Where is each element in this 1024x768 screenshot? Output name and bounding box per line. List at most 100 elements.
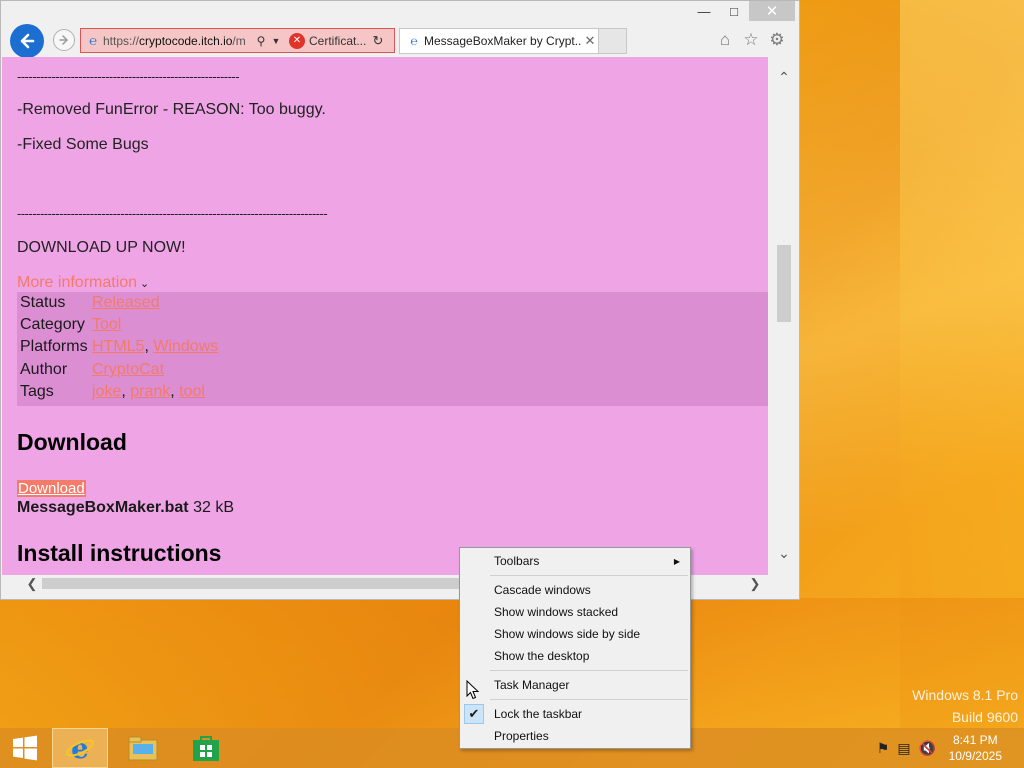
url-domain: cryptocode.itch.io — [139, 33, 233, 48]
clock-time: 8:41 PM — [952, 733, 998, 747]
close-button[interactable]: ✕ — [749, 1, 795, 21]
menu-item-label: Show the desktop — [494, 649, 590, 663]
scroll-up-icon[interactable]: ⌃ — [776, 69, 792, 85]
clock[interactable]: 8:41 PM 10/9/2025 — [949, 732, 1002, 764]
menu-separator — [490, 575, 688, 576]
scroll-thumb[interactable] — [42, 578, 462, 589]
submenu-arrow-icon: ▶ — [673, 556, 680, 566]
more-information-link[interactable]: More information ⌄ — [17, 274, 149, 292]
network-icon[interactable]: ▤ — [897, 740, 910, 757]
tab-messageboxmaker[interactable]: ℮ MessageBoxMaker by Crypt... ✕ — [399, 28, 599, 54]
download-button[interactable]: Download — [17, 480, 86, 497]
menu-separator — [490, 699, 688, 700]
watermark-edition: Windows 8.1 Pro — [912, 687, 1018, 703]
desktop-light-streak — [800, 0, 1024, 700]
watermark-build: Build 9600 — [951, 709, 1018, 725]
browser-window: — □ ✕ ℮ https://cryptocode.itch.io/m ⚲ ▼… — [0, 0, 800, 600]
info-row-author: Author CryptoCat — [20, 361, 164, 383]
menu-item-show-windows-side-by-side[interactable]: Show windows side by side — [460, 623, 690, 645]
file-name: MessageBoxMaker.bat — [17, 499, 189, 516]
browser-toolbar-icons: ⌂ ☆ ⚙ — [715, 30, 787, 50]
navigation-bar: ℮ https://cryptocode.itch.io/m ⚲ ▼ ✕ Cer… — [1, 23, 801, 58]
vertical-scrollbar[interactable]: ⌃ ⌄ — [768, 57, 799, 575]
tab-title: MessageBoxMaker by Crypt... — [424, 34, 582, 48]
menu-item-label: Task Manager — [494, 678, 570, 692]
changelog-removed: -Removed FunError - REASON: Too buggy. — [17, 101, 326, 118]
menu-item-lock-the-taskbar[interactable]: ✔ Lock the taskbar — [460, 703, 690, 725]
info-table: Status Released Category Tool Platforms … — [17, 292, 768, 406]
platform-link[interactable]: Windows — [153, 338, 218, 355]
ie-page-icon: ℮ — [89, 33, 97, 48]
info-row-status: Status Released — [20, 294, 160, 316]
download-up-text: DOWNLOAD UP NOW! — [17, 239, 186, 256]
menu-separator — [490, 670, 688, 671]
address-bar[interactable]: ℮ https://cryptocode.itch.io/m ⚲ ▼ ✕ Cer… — [80, 28, 395, 53]
tag-link[interactable]: tool — [179, 383, 205, 400]
forward-arrow-icon[interactable] — [53, 29, 75, 51]
checkmark-icon: ✔ — [464, 704, 484, 724]
scroll-left-icon[interactable]: ❮ — [24, 576, 40, 592]
scroll-right-icon[interactable]: ❯ — [747, 576, 763, 592]
info-key: Status — [20, 294, 66, 311]
info-key: Platforms — [20, 338, 88, 355]
menu-item-label: Show windows stacked — [494, 605, 619, 619]
refresh-icon[interactable]: ↻ — [369, 33, 387, 49]
platform-link[interactable]: HTML5 — [92, 338, 144, 355]
divider-text: ----------------------------------------… — [17, 206, 328, 221]
search-icon[interactable]: ⚲ — [253, 34, 269, 48]
volume-muted-icon[interactable]: 🔇 — [919, 740, 936, 757]
back-arrow-icon[interactable] — [10, 24, 44, 58]
file-entry: MessageBoxMaker.bat 32 kB — [17, 499, 234, 517]
file-size: 32 kB — [193, 499, 235, 516]
star-icon[interactable]: ☆ — [741, 30, 761, 50]
clock-date: 10/9/2025 — [948, 749, 1002, 763]
install-heading: Install instructions — [17, 540, 222, 566]
menu-item-properties[interactable]: Properties — [460, 725, 690, 747]
store-icon[interactable] — [178, 728, 234, 768]
maximize-button[interactable]: □ — [719, 1, 749, 21]
windows-logo-icon[interactable] — [8, 728, 42, 768]
author-link[interactable]: CryptoCat — [92, 361, 164, 378]
changelog-fixed: -Fixed Some Bugs — [17, 136, 149, 153]
close-tab-icon[interactable]: ✕ — [582, 33, 598, 49]
status-link[interactable]: Released — [92, 294, 160, 311]
scroll-thumb[interactable] — [777, 245, 791, 322]
certificate-error-icon[interactable]: ✕ — [289, 32, 305, 49]
info-key: Category — [20, 316, 85, 333]
menu-item-toolbars[interactable]: Toolbars ▶ — [460, 550, 690, 572]
certificate-error-label[interactable]: Certificat... — [309, 34, 369, 48]
menu-item-label: Lock the taskbar — [494, 707, 583, 721]
tag-link[interactable]: joke — [92, 383, 121, 400]
menu-item-task-manager[interactable]: Task Manager — [460, 674, 690, 696]
file-explorer-icon[interactable] — [115, 728, 171, 768]
info-row-tags: Tags joke, prank, tool — [20, 383, 205, 405]
mouse-cursor-icon — [466, 680, 480, 700]
category-link[interactable]: Tool — [92, 316, 121, 333]
page-content: ----------------------------------------… — [2, 57, 768, 575]
info-key: Tags — [20, 383, 54, 400]
info-row-platforms: Platforms HTML5, Windows — [20, 338, 218, 360]
chevron-down-icon: ⌄ — [140, 278, 150, 290]
divider-text: ----------------------------------------… — [17, 69, 240, 84]
more-information-label: More information — [17, 274, 138, 291]
minimize-button[interactable]: — — [689, 1, 719, 21]
internet-explorer-icon[interactable]: e — [52, 728, 108, 768]
chevron-down-icon[interactable]: ▼ — [269, 36, 283, 46]
menu-item-cascade-windows[interactable]: Cascade windows — [460, 579, 690, 601]
window-controls: — □ ✕ — [689, 1, 795, 23]
flag-icon[interactable]: ⚑ — [877, 740, 890, 757]
scrollbar-corner — [768, 575, 799, 593]
menu-item-show-windows-stacked[interactable]: Show windows stacked — [460, 601, 690, 623]
address-url[interactable]: https://cryptocode.itch.io/m — [103, 34, 253, 48]
gear-icon[interactable]: ⚙ — [767, 30, 787, 50]
menu-item-label: Toolbars — [494, 554, 540, 568]
tag-link[interactable]: prank — [130, 383, 170, 400]
url-scheme: https:// — [103, 33, 140, 48]
system-tray: ⚑ ▤ 🔇 — [877, 740, 936, 757]
home-icon[interactable]: ⌂ — [715, 30, 735, 50]
scroll-down-icon[interactable]: ⌄ — [776, 545, 792, 561]
windows-watermark: Windows 8.1 Pro Build 9600 — [912, 684, 1018, 728]
new-tab-button[interactable] — [599, 28, 627, 54]
taskbar-context-menu: Toolbars ▶ Cascade windows Show windows … — [459, 547, 691, 749]
menu-item-show-the-desktop[interactable]: Show the desktop — [460, 645, 690, 667]
